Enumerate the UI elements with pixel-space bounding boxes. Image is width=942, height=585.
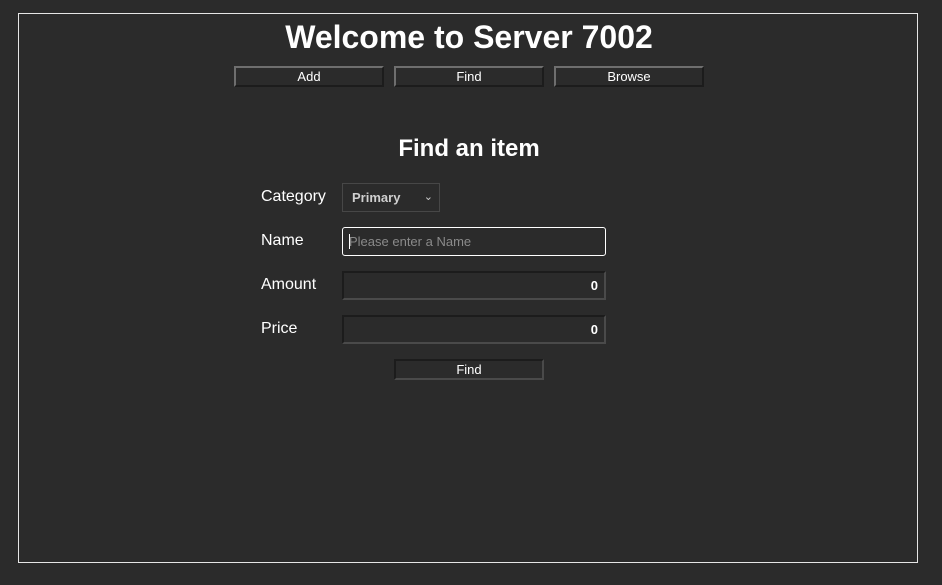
category-select[interactable]: Primary ⌄: [342, 183, 440, 212]
name-label: Name: [261, 232, 304, 249]
text-caret: [349, 234, 350, 249]
name-input[interactable]: [342, 227, 606, 256]
form-title: Find an item: [398, 135, 540, 162]
category-selected-value: Primary: [352, 190, 401, 205]
price-label: Price: [261, 320, 298, 337]
find-nav-button[interactable]: Find: [394, 66, 544, 87]
amount-input[interactable]: 0: [342, 271, 606, 300]
amount-label: Amount: [261, 276, 317, 293]
chevron-down-icon: ⌄: [423, 191, 433, 203]
category-label: Category: [261, 188, 326, 205]
find-submit-button[interactable]: Find: [394, 359, 544, 380]
add-nav-button[interactable]: Add: [234, 66, 384, 87]
price-input[interactable]: 0: [342, 315, 606, 344]
browse-nav-button[interactable]: Browse: [554, 66, 704, 87]
page-title: Welcome to Server 7002: [285, 19, 653, 55]
